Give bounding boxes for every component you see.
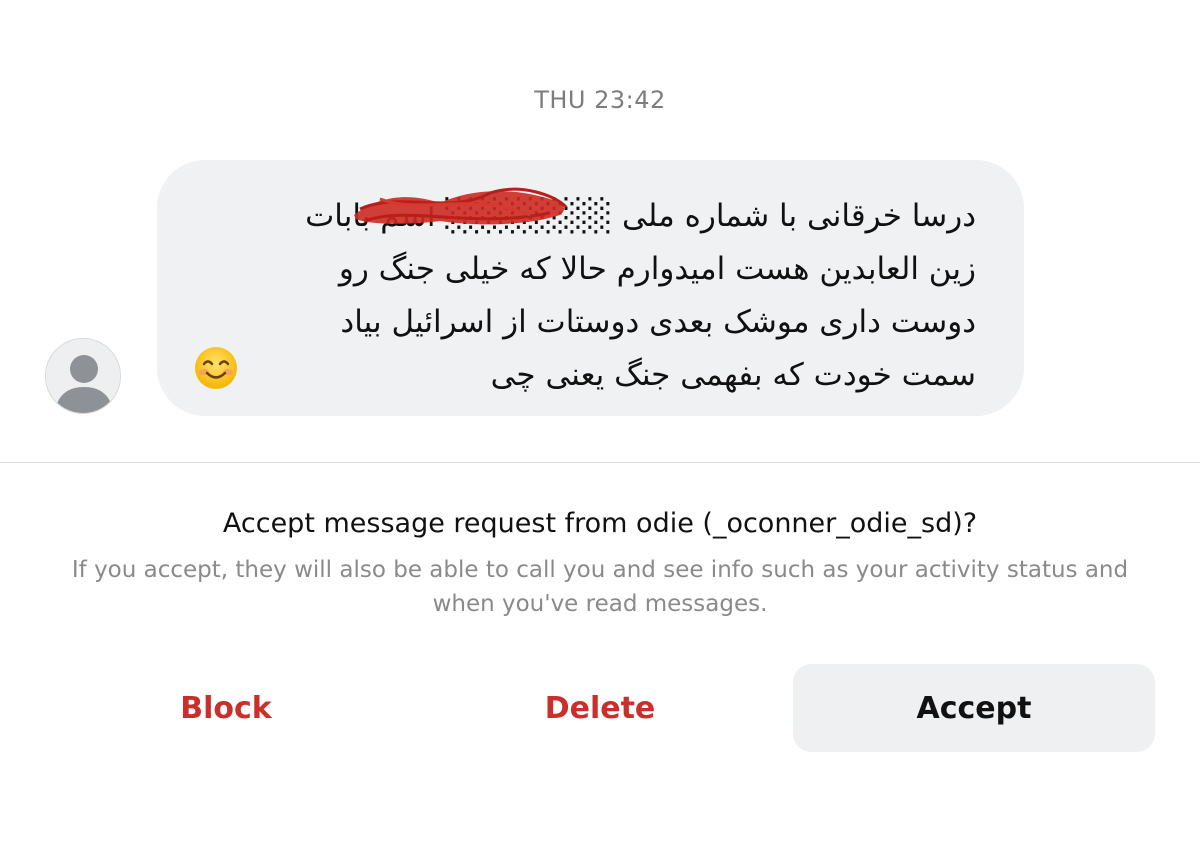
- redaction-scribble: [354, 187, 568, 225]
- message-bubble[interactable]: درسا خرقانی با شماره ملی ░░░░░░░ اسم باب…: [157, 160, 1024, 416]
- request-title: Accept message request from odie (_oconn…: [222, 508, 978, 539]
- smiling-face-icon: [195, 347, 237, 389]
- message-timestamp: THU 23:42: [534, 86, 666, 114]
- accept-button[interactable]: Accept: [793, 664, 1155, 752]
- delete-button[interactable]: Delete: [414, 664, 786, 752]
- message-text: درسا خرقانی با شماره ملی ░░░░░░░ اسم باب…: [305, 198, 976, 393]
- section-divider: [0, 462, 1200, 463]
- block-button[interactable]: Block: [40, 664, 412, 752]
- sender-avatar-icon[interactable]: [45, 338, 121, 414]
- request-description: If you accept, they will also be able to…: [71, 557, 1129, 617]
